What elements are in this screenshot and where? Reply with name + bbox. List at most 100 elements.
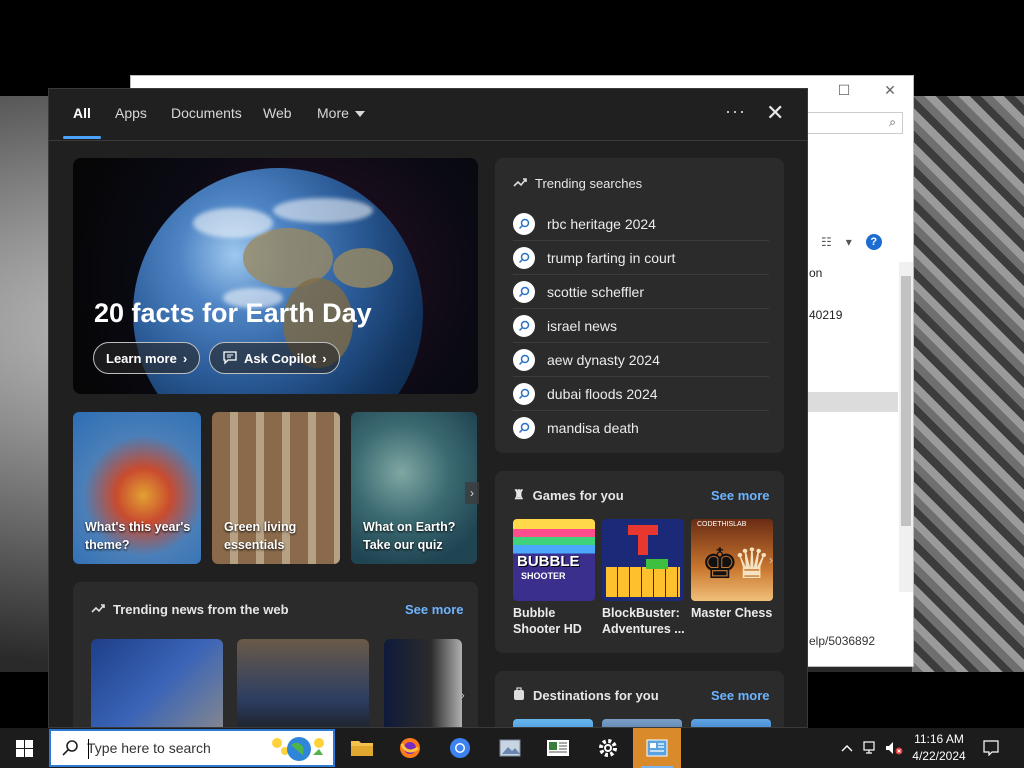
tab-documents[interactable]: Documents <box>171 105 242 121</box>
chevron-right-icon: › <box>182 350 188 366</box>
tab-web[interactable]: Web <box>263 105 292 121</box>
view-options-icon[interactable]: ☷ <box>821 235 832 249</box>
destination-image[interactable] <box>513 719 593 727</box>
tab-apps[interactable]: Apps <box>115 105 147 121</box>
trending-icon <box>91 602 105 617</box>
control-panel-icon[interactable] <box>633 728 681 768</box>
notifications-icon[interactable] <box>978 728 1004 768</box>
search-placeholder: Type here to search <box>87 740 211 756</box>
master-chess-image[interactable]: CODETHISLAB ♚ ♛ <box>691 519 773 601</box>
file-explorer-icon[interactable] <box>338 728 386 768</box>
trending-news-header: Trending news from the web <box>91 602 289 617</box>
search-icon <box>513 314 535 337</box>
bubble-shooter-image[interactable]: BUBBLE SHOOTER <box>513 519 595 601</box>
learn-more-button[interactable]: Learn more › <box>93 342 201 374</box>
window-controls: ☐ ✕ <box>821 76 913 104</box>
tab-all[interactable]: All <box>73 105 91 121</box>
carousel-next-icon[interactable]: › <box>465 482 479 504</box>
clock[interactable]: 11:16 AM 4/22/2024 <box>906 731 972 765</box>
status-text: elp/5036892 <box>809 634 876 648</box>
news-image-2[interactable] <box>237 639 369 727</box>
trending-search-item[interactable]: israel news <box>513 309 769 343</box>
trending-searches-header: Trending searches <box>513 176 642 191</box>
chrome-icon[interactable] <box>436 728 484 768</box>
close-icon[interactable]: ✕ <box>766 101 784 125</box>
tab-more[interactable]: More <box>317 105 365 121</box>
search-icon <box>513 417 535 439</box>
wallpaper-right <box>912 96 1024 672</box>
tile-earth-quiz[interactable]: What on Earth? Take our quiz <box>351 412 477 564</box>
tile-label: What on Earth? Take our quiz <box>363 520 456 552</box>
start-button[interactable] <box>0 728 48 768</box>
games-header: ♜ Games for you <box>513 487 624 503</box>
time-text: 11:16 AM <box>914 732 964 746</box>
taskbar: Type here to search 11:16 AM 4/22/2024 <box>0 728 1024 768</box>
search-icon <box>513 212 535 235</box>
news-image-3[interactable] <box>384 639 462 727</box>
blockbuster-image[interactable] <box>602 519 684 601</box>
trending-news-card: Trending news from the web See more › <box>73 582 478 727</box>
trending-news-see-more-link[interactable]: See more <box>405 602 464 617</box>
firefox-icon[interactable] <box>386 728 434 768</box>
window-close-icon[interactable]: ✕ <box>867 76 913 104</box>
volume-muted-icon[interactable] <box>883 728 905 768</box>
learn-more-label: Learn more <box>106 350 177 366</box>
earth-day-hero-card[interactable]: 20 facts for Earth Day Learn more › Ask … <box>73 158 478 394</box>
tile-label: What's this year's theme? <box>85 520 191 552</box>
trending-search-item[interactable]: trump farting in court <box>513 241 769 275</box>
trending-icon <box>513 176 527 191</box>
help-icon[interactable]: ? <box>865 234 882 250</box>
scrollbar-thumb[interactable] <box>901 276 911 526</box>
trending-search-item[interactable]: mandisa death <box>513 411 769 445</box>
chevron-down-icon <box>354 111 365 118</box>
search-highlight-earth-icon[interactable] <box>265 733 329 763</box>
show-hidden-icons-chevron-icon[interactable] <box>836 728 858 768</box>
search-icon: ⌕ <box>889 115 896 129</box>
list-cell: 40219 <box>809 308 843 322</box>
news-image-1[interactable] <box>91 639 223 727</box>
destinations-see-more-link[interactable]: See more <box>711 688 770 703</box>
carousel-next-icon[interactable]: › <box>461 690 473 710</box>
tile-green-living[interactable]: Green living essentials <box>212 412 340 564</box>
games-see-more-link[interactable]: See more <box>711 488 770 503</box>
trending-search-item[interactable]: rbc heritage 2024 <box>513 207 769 241</box>
games-card: ♜ Games for you See more BUBBLE SHOOTER … <box>495 471 784 653</box>
carousel-next-icon[interactable]: › <box>769 553 773 567</box>
date-text: 4/22/2024 <box>912 749 966 763</box>
ellipsis-icon[interactable]: ··· <box>725 101 746 122</box>
text-cursor <box>88 739 89 759</box>
windows-logo-icon <box>15 739 33 757</box>
system-info-icon[interactable] <box>534 728 582 768</box>
trending-search-item[interactable]: dubai floods 2024 <box>513 377 769 411</box>
destination-image[interactable] <box>691 719 771 727</box>
search-icon <box>513 382 535 405</box>
search-icon <box>513 246 535 269</box>
tile-label: Green living essentials <box>224 520 297 552</box>
window-search-input[interactable]: ⌕ <box>807 112 903 134</box>
search-panel: All Apps Documents Web More ··· ✕ 20 fac… <box>48 88 808 728</box>
image-viewer-icon[interactable] <box>486 728 534 768</box>
trending-search-item[interactable]: aew dynasty 2024 <box>513 343 769 377</box>
window-toolbar: ☷ ▾ ? <box>821 234 882 250</box>
tab-more-label: More <box>317 105 349 121</box>
suitcase-icon <box>513 687 525 704</box>
destinations-header: Destinations for you <box>513 687 659 704</box>
search-icon <box>513 280 535 303</box>
game-label: BlockBuster: Adventures ... <box>602 606 685 636</box>
game-label: Bubble Shooter HD <box>513 606 582 636</box>
trending-searches-card: Trending searches rbc heritage 2024 trum… <box>495 158 784 453</box>
destination-image[interactable] <box>602 719 682 727</box>
tile-earth-day-theme[interactable]: What's this year's theme? <box>73 412 201 564</box>
trending-search-item[interactable]: scottie scheffler <box>513 275 769 309</box>
active-tab-indicator <box>63 136 101 139</box>
search-icon <box>61 739 79 762</box>
selected-row[interactable] <box>807 392 898 412</box>
chevron-down-icon[interactable]: ▾ <box>846 235 852 249</box>
settings-icon[interactable] <box>584 728 632 768</box>
search-tabs: All Apps Documents Web More ··· ✕ <box>49 89 807 141</box>
network-icon[interactable] <box>860 728 882 768</box>
game-label: Master Chess <box>691 606 773 620</box>
maximize-icon[interactable]: ☐ <box>821 76 867 104</box>
taskbar-search-box[interactable]: Type here to search <box>49 729 335 767</box>
ask-copilot-button[interactable]: Ask Copilot › <box>209 342 340 374</box>
